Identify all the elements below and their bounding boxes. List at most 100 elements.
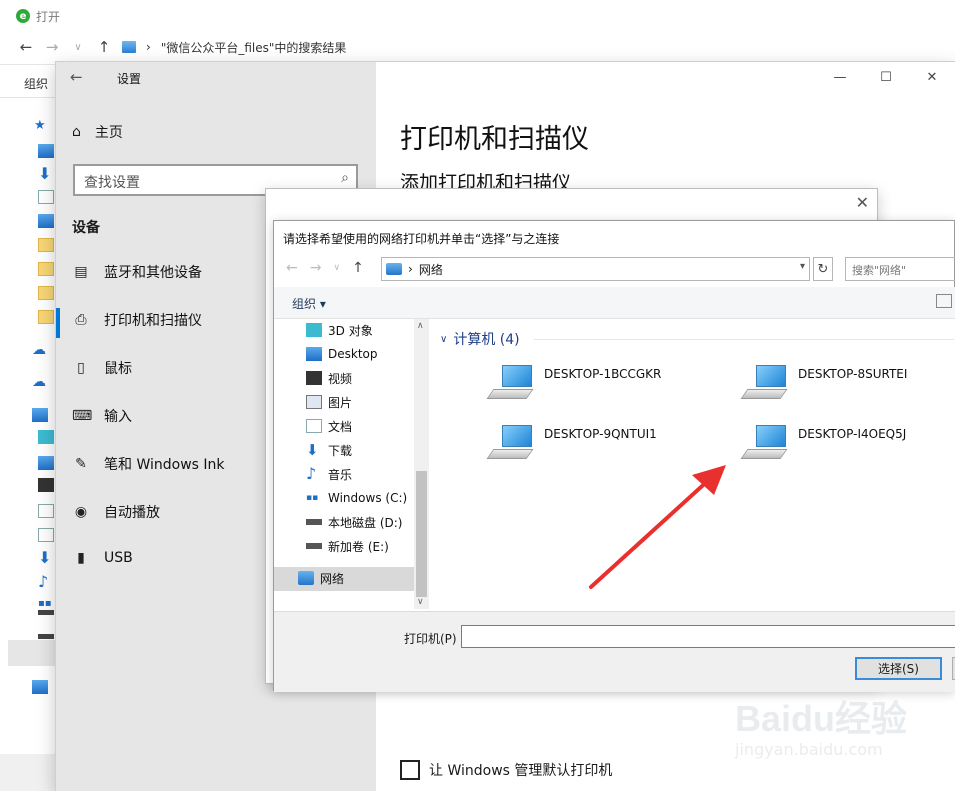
drive-icon bbox=[306, 519, 322, 525]
cloud-icon[interactable]: ☁ bbox=[32, 374, 48, 390]
computer-group-label: 计算机 (4) bbox=[453, 332, 520, 348]
video-icon[interactable] bbox=[38, 478, 54, 492]
bluetooth-devices-icon: ▤ bbox=[74, 264, 88, 280]
tree-item-3d-objects[interactable]: 3D 对象 bbox=[306, 319, 373, 341]
sidebar-item-autoplay[interactable]: ◉ 自动播放 bbox=[72, 502, 160, 522]
dialog-path-bar[interactable]: › 网络 ▾ bbox=[381, 257, 810, 281]
default-printer-option[interactable]: 让 Windows 管理默认打印机 bbox=[400, 760, 612, 780]
chevron-down-icon[interactable]: ∨ bbox=[70, 42, 86, 53]
chevron-down-icon[interactable]: ▾ bbox=[800, 261, 805, 272]
folder-icon[interactable] bbox=[38, 238, 54, 252]
up-arrow-icon[interactable]: ↑ bbox=[352, 260, 364, 276]
back-arrow-icon[interactable]: ← bbox=[70, 68, 83, 86]
tree-item-label: 视频 bbox=[328, 371, 353, 386]
chevron-down-icon: ∨ bbox=[440, 333, 448, 345]
pictures-icon[interactable] bbox=[38, 214, 54, 228]
dialog-address-row: ← → ∨ ↑ › 网络 ▾ ↻ 搜索"网络" bbox=[274, 257, 955, 283]
3d-objects-icon[interactable] bbox=[38, 430, 54, 444]
computer-item[interactable]: DESKTOP-9QNTUI1 bbox=[486, 423, 657, 467]
tree-item-network[interactable]: 网络 bbox=[298, 567, 344, 589]
sidebar-item-usb[interactable]: ▮ USB bbox=[72, 550, 133, 566]
drive-icon[interactable] bbox=[38, 610, 54, 615]
scrollbar-thumb[interactable] bbox=[416, 471, 427, 597]
default-printer-checkbox[interactable] bbox=[400, 760, 420, 780]
refresh-icon[interactable]: ↻ bbox=[813, 257, 833, 281]
dialog-search-input[interactable]: 搜索"网络" bbox=[845, 257, 955, 281]
dialog-content-pane: ∨ 计算机 (4) DESKTOP-1BCCGKR DESKTOP-8SURTE… bbox=[434, 319, 955, 611]
chevron-up-icon[interactable]: ∧ bbox=[417, 321, 424, 331]
pen-icon: ✎ bbox=[75, 456, 87, 472]
music-icon[interactable]: ♪ bbox=[38, 572, 54, 591]
background-status-area bbox=[0, 754, 60, 791]
tree-scrollbar[interactable]: ∧ ∨ bbox=[414, 319, 429, 609]
tree-item-drive-d[interactable]: 本地磁盘 (D:) bbox=[306, 511, 402, 533]
network-icon[interactable] bbox=[32, 680, 48, 694]
background-organize-button[interactable]: 组织 bbox=[0, 64, 60, 98]
pictures-icon[interactable] bbox=[38, 504, 54, 518]
documents-icon[interactable] bbox=[38, 528, 54, 542]
sidebar-item-mouse[interactable]: ▯ 鼠标 bbox=[72, 358, 132, 378]
folder-icon[interactable] bbox=[38, 310, 54, 324]
tree-item-drive-c[interactable]: ▪▪ Windows (C:) bbox=[306, 487, 407, 509]
settings-home-link[interactable]: ⌂ 主页 bbox=[72, 122, 123, 142]
downloads-icon[interactable]: ⬇ bbox=[38, 164, 54, 183]
network-icon bbox=[386, 263, 402, 275]
close-icon[interactable]: ✕ bbox=[856, 193, 869, 212]
printer-field-label: 打印机(P) bbox=[404, 632, 457, 646]
tree-item-drive-e[interactable]: 新加卷 (E:) bbox=[306, 535, 389, 557]
documents-icon[interactable] bbox=[38, 190, 54, 204]
dialog-footer: 打印机(P) 选择(S) bbox=[274, 611, 955, 692]
tree-item-label: Windows (C:) bbox=[328, 491, 408, 505]
breadcrumb-separator-icon: › bbox=[408, 262, 413, 276]
close-icon[interactable]: ✕ bbox=[909, 62, 955, 92]
sidebar-item-pen[interactable]: ✎ 笔和 Windows Ink bbox=[72, 454, 224, 474]
sidebar-item-bluetooth[interactable]: ▤ 蓝牙和其他设备 bbox=[72, 262, 202, 282]
view-options-icon[interactable] bbox=[936, 294, 952, 308]
keyboard-icon: ⌨ bbox=[72, 408, 93, 424]
quick-access-icon[interactable]: ★ bbox=[34, 118, 50, 133]
tree-item-label: 3D 对象 bbox=[328, 323, 373, 338]
select-button[interactable]: 选择(S) bbox=[855, 657, 942, 680]
folder-icon[interactable] bbox=[38, 262, 54, 276]
sidebar-item-printers[interactable]: ⎙ 打印机和扫描仪 bbox=[72, 310, 202, 330]
tree-item-videos[interactable]: 视频 bbox=[306, 367, 352, 389]
tree-item-label: 图片 bbox=[328, 395, 353, 410]
tree-item-music[interactable]: ♪ 音乐 bbox=[306, 463, 352, 485]
chevron-down-icon[interactable]: ∨ bbox=[417, 597, 424, 607]
minimize-icon[interactable]: — bbox=[817, 62, 863, 92]
organize-button[interactable]: 组织 ▾ bbox=[292, 295, 326, 312]
onedrive-icon[interactable]: ☁ bbox=[32, 342, 48, 358]
tree-item-label: 新加卷 (E:) bbox=[328, 539, 389, 554]
computer-item[interactable]: DESKTOP-1BCCGKR bbox=[486, 363, 661, 407]
default-printer-label: 让 Windows 管理默认打印机 bbox=[429, 763, 613, 779]
tree-item-documents[interactable]: 文档 bbox=[306, 415, 352, 437]
computer-item[interactable]: DESKTOP-I4OEQ5J bbox=[740, 423, 906, 467]
printer-input[interactable] bbox=[461, 625, 955, 648]
tree-item-downloads[interactable]: ⬇ 下载 bbox=[306, 439, 352, 461]
drive-icon[interactable] bbox=[38, 634, 54, 639]
tree-item-desktop[interactable]: Desktop bbox=[306, 343, 378, 365]
sidebar-item-typing[interactable]: ⌨ 输入 bbox=[72, 406, 132, 426]
forward-arrow-icon[interactable]: → bbox=[310, 260, 322, 276]
chevron-down-icon[interactable]: ∨ bbox=[333, 260, 340, 276]
dialog-nav-tree: 3D 对象 Desktop 视频 图片 文档 ⬇ 下载 ♪ 音乐 ▪▪ Wind… bbox=[274, 319, 429, 609]
usb-icon: ▮ bbox=[77, 550, 85, 566]
maximize-icon[interactable]: ☐ bbox=[863, 62, 909, 92]
desktop-icon[interactable] bbox=[38, 456, 54, 470]
mouse-icon: ▯ bbox=[77, 360, 85, 376]
back-arrow-icon[interactable]: ← bbox=[18, 38, 34, 56]
forward-arrow-icon[interactable]: → bbox=[44, 38, 60, 56]
window-controls: — ☐ ✕ bbox=[817, 62, 955, 92]
up-arrow-icon[interactable]: ↑ bbox=[96, 38, 112, 56]
folder-icon[interactable] bbox=[38, 286, 54, 300]
desktop-icon[interactable] bbox=[38, 144, 54, 158]
settings-search-placeholder: 查找设置 bbox=[84, 175, 140, 191]
downloads-icon[interactable]: ⬇ bbox=[38, 548, 54, 567]
this-pc-icon[interactable] bbox=[32, 408, 48, 422]
tree-item-pictures[interactable]: 图片 bbox=[306, 391, 352, 413]
sidebar-item-label: USB bbox=[104, 550, 133, 566]
computer-icon bbox=[740, 423, 790, 467]
computer-group-header[interactable]: ∨ 计算机 (4) bbox=[440, 329, 520, 349]
computer-item[interactable]: DESKTOP-8SURTEI bbox=[740, 363, 907, 407]
back-arrow-icon[interactable]: ← bbox=[286, 260, 298, 276]
